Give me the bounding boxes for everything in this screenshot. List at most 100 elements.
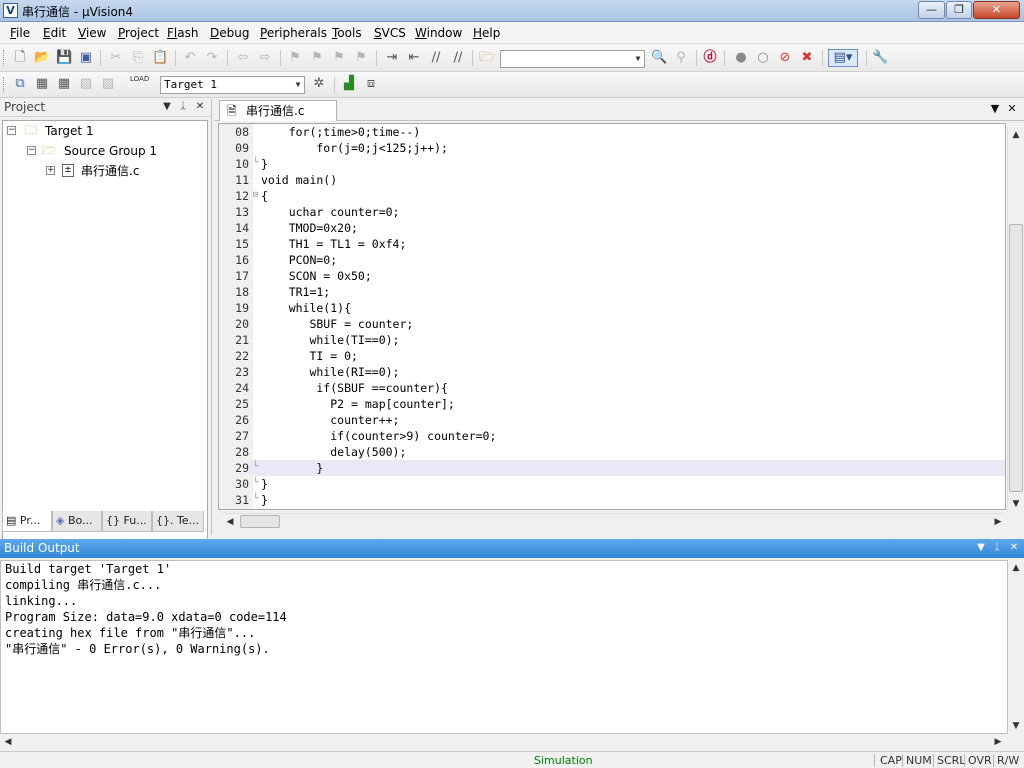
incremental-find-icon[interactable]: ⚲: [673, 50, 689, 66]
redo-icon[interactable]: ↷: [204, 50, 220, 66]
start-debug-icon[interactable]: ⓓ: [702, 50, 718, 66]
tab-list-icon[interactable]: ▼: [988, 102, 1002, 116]
pin-icon[interactable]: ᛣ: [176, 100, 190, 114]
code-line[interactable]: 18 TR1=1;: [219, 284, 1005, 300]
menu-tools[interactable]: Tools: [332, 26, 362, 40]
code-editor[interactable]: 08 for(;time>0;time--) 09 for(j=0;j<125;j…: [218, 123, 1006, 510]
download-icon[interactable]: LOAD: [130, 75, 149, 91]
previous-bookmark-icon[interactable]: ⚑: [309, 50, 325, 66]
scroll-up-icon[interactable]: ▲: [1008, 560, 1024, 576]
batch-build-icon[interactable]: ▧: [78, 76, 94, 92]
minimize-button[interactable]: —: [918, 1, 945, 19]
code-line[interactable]: 13 uchar counter=0;: [219, 204, 1005, 220]
scroll-right-icon[interactable]: ▶: [990, 514, 1006, 530]
stop-build-icon[interactable]: ▨: [100, 76, 116, 92]
open-file-icon[interactable]: 📂: [34, 50, 50, 66]
find-icon[interactable]: 🔍: [651, 50, 667, 66]
menu-debug[interactable]: Debug: [210, 26, 249, 40]
menu-svcs[interactable]: SVCS: [374, 26, 406, 40]
code-line[interactable]: 11 void main(): [219, 172, 1005, 188]
uncomment-icon[interactable]: ∕∕: [450, 50, 466, 66]
tab-templates[interactable]: {}. Te...: [152, 511, 204, 532]
panel-menu-icon[interactable]: ▼: [974, 541, 988, 555]
window-layout-icon[interactable]: ▤▾: [828, 49, 858, 67]
panel-close-icon[interactable]: ✕: [193, 100, 207, 114]
save-all-icon[interactable]: ▣: [78, 50, 94, 66]
scroll-left-icon[interactable]: ◀: [222, 514, 238, 530]
code-line[interactable]: 30} └: [219, 476, 1005, 492]
undo-icon[interactable]: ↶: [182, 50, 198, 66]
code-line[interactable]: 28 delay(500);: [219, 444, 1005, 460]
new-file-icon[interactable]: 🗋: [12, 50, 28, 66]
rebuild-icon[interactable]: ▦: [56, 76, 72, 92]
code-line[interactable]: 25 P2 = map[counter];: [219, 396, 1005, 412]
code-line[interactable]: 08 for(;time>0;time--): [219, 124, 1005, 140]
pin-icon[interactable]: ᛣ: [990, 541, 1004, 555]
code-line[interactable]: 15 TH1 = TL1 = 0xf4;: [219, 236, 1005, 252]
save-icon[interactable]: 💾: [56, 50, 72, 66]
unindent-icon[interactable]: ⇤: [406, 50, 422, 66]
fold-icon[interactable]: ⊟: [253, 188, 262, 204]
translate-icon[interactable]: ⧉: [12, 76, 28, 92]
restore-button[interactable]: ❐: [946, 1, 972, 19]
scroll-down-icon[interactable]: ▼: [1008, 718, 1024, 734]
panel-menu-icon[interactable]: ▼: [160, 100, 174, 114]
manage-components-icon[interactable]: ▟: [341, 76, 357, 92]
code-line[interactable]: 20 SBUF = counter;: [219, 316, 1005, 332]
code-line[interactable]: 12 {⊟: [219, 188, 1005, 204]
menu-help[interactable]: Help: [473, 26, 500, 40]
insert-breakpoint-icon[interactable]: ●: [733, 50, 749, 66]
paste-icon[interactable]: 📋: [152, 50, 168, 66]
kill-breakpoints-icon[interactable]: ✖: [799, 50, 815, 66]
expand-icon[interactable]: +: [46, 166, 55, 175]
navigate-forward-icon[interactable]: ⇨: [257, 50, 273, 66]
code-line[interactable]: 16 PCON=0;: [219, 252, 1005, 268]
output-vertical-scrollbar[interactable]: ▲ ▼: [1008, 560, 1024, 734]
tree-node-target[interactable]: − 🗀 Target 1: [7, 122, 197, 140]
code-line[interactable]: 31} └: [219, 492, 1005, 508]
navigate-back-icon[interactable]: ⇦: [235, 50, 251, 66]
copy-icon[interactable]: ⎘: [130, 50, 146, 66]
scroll-left-icon[interactable]: ◀: [0, 734, 16, 750]
tree-node-source-file[interactable]: + ± 串行通信.c: [46, 162, 196, 180]
menu-window[interactable]: Window: [415, 26, 462, 40]
insert-bookmark-icon[interactable]: ⚑: [287, 50, 303, 66]
code-line[interactable]: 23 while(RI==0);: [219, 364, 1005, 380]
target-options-icon[interactable]: ✲: [311, 76, 327, 92]
code-line[interactable]: 21 while(TI==0);: [219, 332, 1005, 348]
code-line[interactable]: 27 if(counter>9) counter=0;: [219, 428, 1005, 444]
menu-peripherals[interactable]: Peripherals: [260, 26, 327, 40]
output-horizontal-scrollbar[interactable]: ◀ ▶: [0, 734, 1008, 750]
editor-vertical-scrollbar[interactable]: ▲ ▼: [1007, 127, 1023, 512]
select-packet-icon[interactable]: ⧈: [363, 76, 379, 92]
editor-horizontal-scrollbar[interactable]: ◀ ▶: [222, 513, 1006, 529]
tab-books[interactable]: ◈ Bo...: [52, 511, 102, 532]
clear-bookmarks-icon[interactable]: ⚑: [353, 50, 369, 66]
build-output-text[interactable]: Build target 'Target 1' compiling 串行通信.c…: [0, 560, 1008, 734]
code-line[interactable]: 10} └: [219, 156, 1005, 172]
scroll-thumb[interactable]: [1009, 224, 1023, 492]
code-line[interactable]: 14 TMOD=0x20;: [219, 220, 1005, 236]
code-line[interactable]: 26 counter++;: [219, 412, 1005, 428]
find-combo[interactable]: ▼: [500, 50, 645, 68]
tab-functions[interactable]: {} Fu...: [102, 511, 152, 532]
find-in-files-icon[interactable]: 🗁: [479, 50, 495, 66]
file-tab[interactable]: 🗎 串行通信.c: [219, 100, 337, 121]
menu-file[interactable]: File: [10, 26, 30, 40]
disable-breakpoints-icon[interactable]: ⊘: [777, 50, 793, 66]
toolbar-grip[interactable]: [3, 50, 6, 66]
close-tab-icon[interactable]: ✕: [1005, 102, 1019, 116]
cut-icon[interactable]: ✂: [108, 50, 124, 66]
code-line[interactable]: 22 TI = 0;: [219, 348, 1005, 364]
next-bookmark-icon[interactable]: ⚑: [331, 50, 347, 66]
menu-flash[interactable]: Flash: [167, 26, 198, 40]
close-button[interactable]: ✕: [973, 1, 1020, 19]
tree-node-source-group[interactable]: − 🗁 Source Group 1: [27, 142, 197, 160]
configuration-icon[interactable]: 🔧: [872, 50, 888, 66]
scroll-up-icon[interactable]: ▲: [1008, 127, 1024, 143]
scroll-right-icon[interactable]: ▶: [990, 734, 1006, 750]
toolbar-grip[interactable]: [3, 77, 6, 93]
code-line[interactable]: 17 SCON = 0x50;: [219, 268, 1005, 284]
scroll-thumb[interactable]: [240, 515, 280, 528]
code-line[interactable]: 24 if(SBUF ==counter){: [219, 380, 1005, 396]
